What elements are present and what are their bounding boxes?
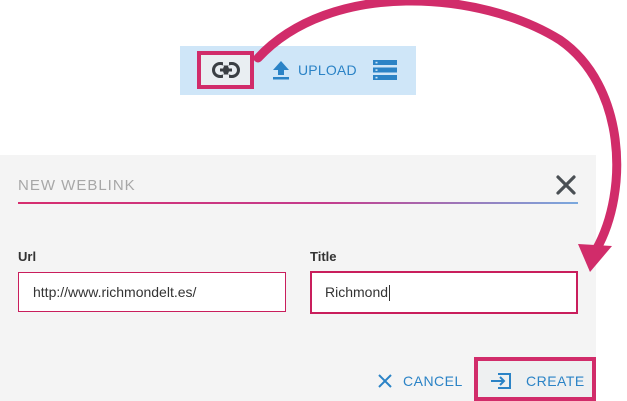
create-button[interactable]: CREATE: [490, 372, 585, 390]
upload-button[interactable]: UPLOAD: [272, 58, 357, 82]
close-icon: [556, 175, 576, 195]
create-label: CREATE: [526, 373, 585, 389]
screenshot-stage: UPLOAD NEW WEBLINK Url http://www.richmo…: [0, 0, 627, 401]
cancel-button[interactable]: CANCEL: [377, 373, 463, 389]
dialog-title: NEW WEBLINK: [18, 177, 136, 194]
close-dialog-button[interactable]: [553, 172, 579, 198]
upload-label: UPLOAD: [298, 62, 357, 78]
close-icon: [377, 373, 393, 389]
title-divider: [18, 202, 578, 204]
cancel-label: CANCEL: [403, 373, 463, 389]
list-view-icon: [373, 59, 397, 81]
text-cursor: [389, 285, 391, 302]
title-label: Title: [310, 249, 337, 264]
title-input[interactable]: Richmond: [310, 271, 578, 314]
link-icon: [211, 60, 241, 80]
create-icon: [490, 372, 512, 390]
url-label: Url: [18, 249, 37, 264]
url-input[interactable]: [18, 272, 286, 312]
toolbar: UPLOAD: [180, 46, 416, 95]
upload-icon: [272, 60, 290, 80]
list-view-button[interactable]: [373, 59, 397, 81]
title-input-value: Richmond: [325, 284, 389, 300]
link-button[interactable]: [197, 51, 254, 89]
